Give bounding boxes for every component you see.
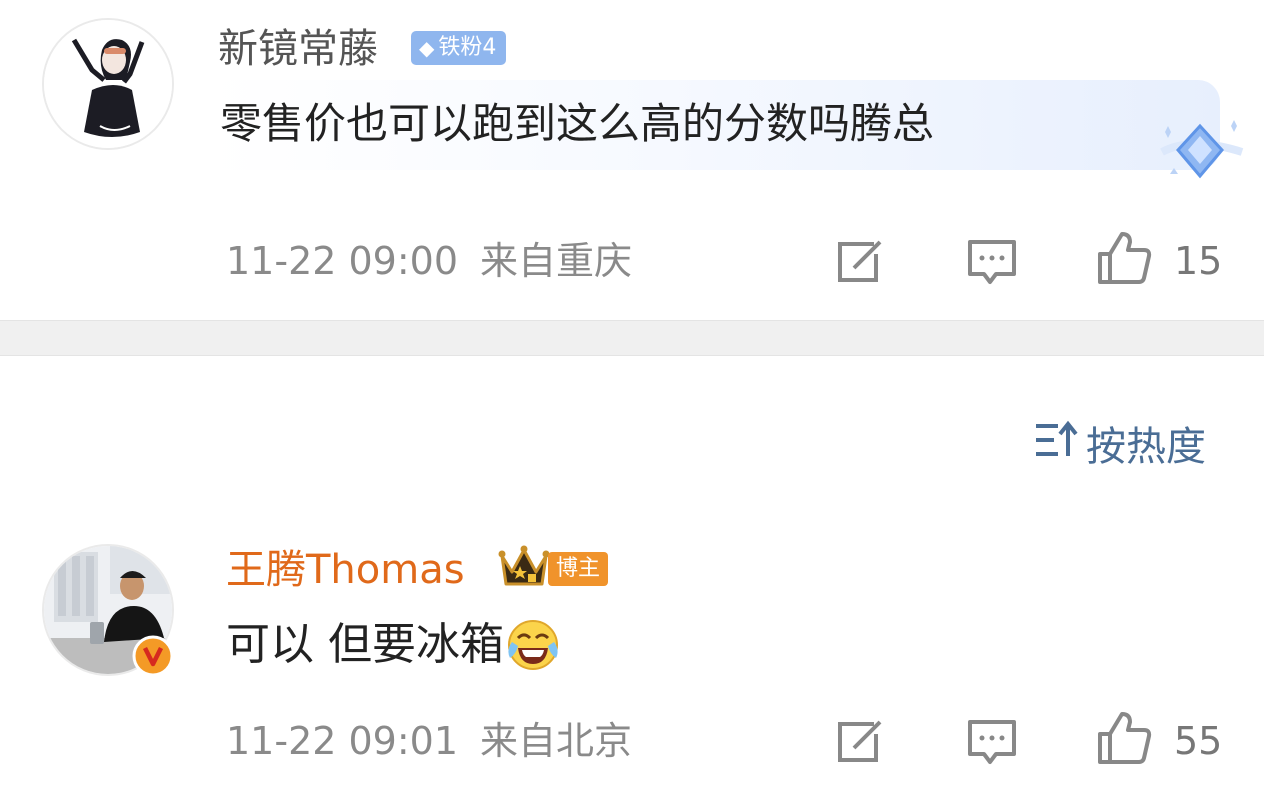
host-badge: 博主 — [548, 552, 609, 586]
location: 来自重庆 — [480, 239, 633, 283]
comment-icon[interactable] — [964, 714, 1020, 770]
thumbs-up-icon[interactable] — [1096, 230, 1152, 286]
laughing-tears-emoji — [506, 618, 560, 672]
like-count: 15 — [1174, 239, 1223, 283]
share-icon[interactable] — [832, 714, 888, 770]
fan-badge-label: 铁粉4 — [438, 35, 497, 60]
verified-v-icon — [132, 635, 174, 677]
diamond-icon: ◆ — [419, 36, 435, 60]
sort-label: 按热度 — [1086, 424, 1206, 470]
section-divider — [0, 320, 1264, 356]
like-count: 55 — [1174, 719, 1223, 763]
sort-icon — [1034, 420, 1078, 474]
comment-text-content: 可以 但要冰箱 — [226, 619, 504, 670]
comment-icon[interactable] — [964, 234, 1020, 290]
fan-badge[interactable]: ◆ 铁粉4 — [411, 31, 507, 65]
avatar[interactable] — [42, 18, 174, 150]
share-icon[interactable] — [832, 234, 888, 290]
timestamp: 11-22 09:00 — [226, 239, 459, 283]
username[interactable]: 王腾Thomas — [226, 542, 465, 598]
crown-icon — [498, 544, 550, 590]
diamond-icon — [1160, 118, 1244, 184]
username[interactable]: 新镜常藤 — [218, 22, 378, 76]
thumbs-up-icon[interactable] — [1096, 710, 1152, 766]
sort-button[interactable]: 按热度 — [1034, 420, 1206, 474]
comment-text: 零售价也可以跑到这么高的分数吗腾总 — [220, 99, 935, 148]
comment-text: 可以 但要冰箱 — [226, 612, 560, 678]
location: 来自北京 — [480, 719, 633, 763]
timestamp: 11-22 09:01 — [226, 719, 459, 763]
